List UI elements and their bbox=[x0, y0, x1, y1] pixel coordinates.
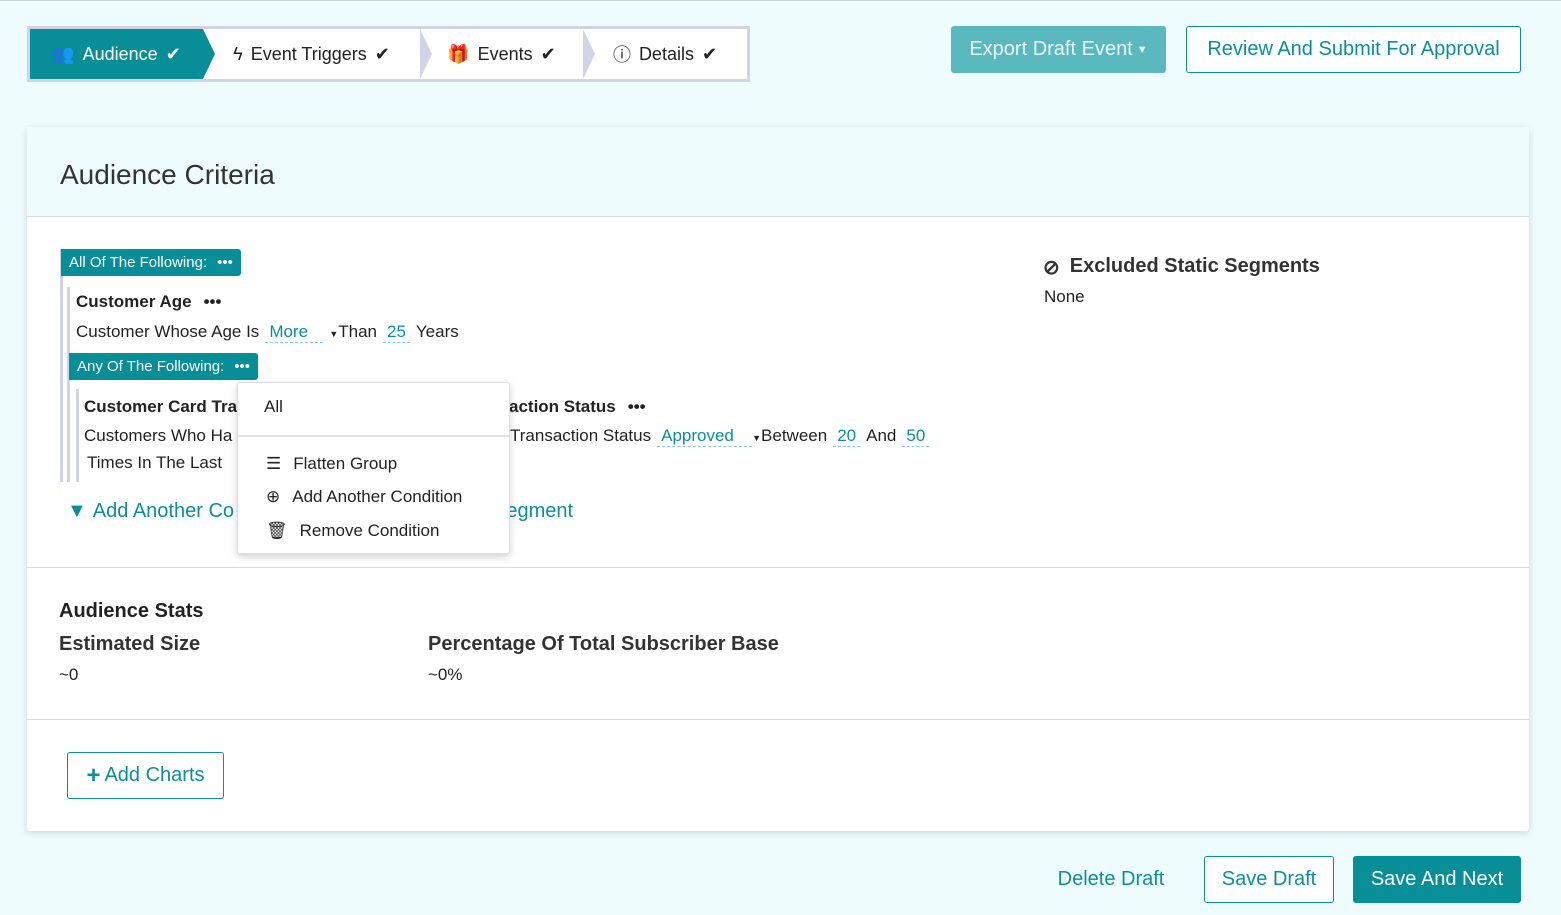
size-value: ~0 bbox=[59, 665, 79, 684]
add-charts-button[interactable]: + Add Charts bbox=[67, 752, 224, 799]
stats-title: Audience Stats bbox=[59, 600, 204, 622]
more-icon[interactable]: ••• bbox=[234, 358, 250, 375]
export-draft-button[interactable]: Export Draft Event ▼ bbox=[951, 26, 1166, 73]
menu-item-flatten-group[interactable]: ☰ Flatten Group bbox=[266, 454, 397, 474]
condition-title: Customer Card Tra bbox=[84, 397, 238, 416]
button-label: Add Charts bbox=[104, 764, 205, 786]
excluded-segments-title: ⊘ Excluded Static Segments bbox=[1043, 255, 1320, 280]
menu-label: Flatten Group bbox=[293, 454, 398, 473]
menu-item-add-condition[interactable]: ⊕ Add Another Condition bbox=[266, 487, 462, 507]
bolt-icon: ϟ bbox=[233, 43, 243, 64]
filter-icon: ▼ bbox=[67, 500, 87, 522]
condition-text: Than bbox=[338, 322, 377, 341]
root-group-chip[interactable]: All Of The Following: ••• bbox=[61, 249, 241, 276]
section-title: Excluded Static Segments bbox=[1069, 255, 1320, 277]
wizard-steps: 👥 Audience ✔ ϟ Event Triggers ✔ 🎁 Events ✔ ⓘ De… bbox=[27, 26, 750, 82]
condition-text: Customers Who Ha bbox=[84, 426, 233, 445]
check-icon: ✔ bbox=[540, 43, 556, 64]
step-details[interactable]: ⓘ Details ✔ bbox=[583, 29, 747, 79]
step-label: Audience bbox=[82, 43, 158, 64]
min-value-input[interactable]: 20 bbox=[833, 426, 861, 447]
more-icon[interactable]: ••• bbox=[628, 397, 646, 417]
pct-value: ~0% bbox=[428, 665, 463, 684]
more-icon[interactable]: ••• bbox=[217, 254, 233, 271]
condition-age-title: Customer Age ••• bbox=[76, 292, 221, 312]
step-label: Event Triggers bbox=[250, 43, 367, 64]
step-label: Details bbox=[638, 43, 694, 64]
save-draft-button[interactable]: Save Draft bbox=[1204, 856, 1334, 903]
caret-down-icon: ▼ bbox=[329, 329, 339, 339]
condition-title: action Status bbox=[509, 397, 616, 416]
step-events[interactable]: 🎁 Events ✔ bbox=[420, 29, 595, 79]
delete-draft-button[interactable]: Delete Draft bbox=[1045, 856, 1177, 903]
link-label: Add Another Co bbox=[92, 500, 235, 522]
condition-text: Times In The Last bbox=[87, 453, 223, 472]
menu-item-remove-condition[interactable]: 🗑 Remove Condition bbox=[266, 521, 439, 541]
add-condition-link[interactable]: ▼ Add Another Co bbox=[67, 500, 234, 523]
save-next-button[interactable]: Save And Next bbox=[1353, 856, 1521, 903]
check-icon: ✔ bbox=[374, 43, 390, 64]
plus-icon: + bbox=[86, 761, 101, 789]
excluded-value: None bbox=[1044, 287, 1085, 306]
export-label: Export Draft Event bbox=[969, 38, 1133, 60]
condition-text: Transaction Status bbox=[510, 426, 652, 445]
divider bbox=[27, 567, 1529, 568]
trash-icon: 🗑 bbox=[266, 521, 288, 540]
condition-text: Years bbox=[415, 322, 459, 341]
step-label: Events bbox=[477, 43, 533, 64]
gift-icon: 🎁 bbox=[447, 43, 470, 64]
pct-label: Percentage Of Total Subscriber Base bbox=[428, 633, 779, 655]
flatten-icon: ☰ bbox=[266, 454, 282, 473]
menu-label: Remove Condition bbox=[299, 521, 440, 540]
condition-dropdown-menu: All ☰ Flatten Group ⊕ Add Another Conditio… bbox=[237, 382, 510, 554]
size-label: Estimated Size bbox=[59, 633, 201, 655]
check-icon: ✔ bbox=[165, 43, 181, 64]
sub-group-chip[interactable]: Any Of The Following: ••• bbox=[69, 353, 259, 380]
group-rail bbox=[60, 249, 63, 482]
group-label: Any Of The Following: bbox=[77, 358, 225, 375]
condition-text: Between bbox=[761, 426, 828, 445]
caret-down-icon: ▼ bbox=[1136, 43, 1148, 56]
ban-icon: ⊘ bbox=[1043, 257, 1060, 279]
check-icon: ✔ bbox=[701, 43, 718, 64]
divider bbox=[238, 435, 509, 437]
condition-age-row: Customer Whose Age Is More ▼ Than 25 Year… bbox=[76, 322, 459, 343]
condition-title: Customer Age bbox=[76, 292, 192, 311]
info-icon: ⓘ bbox=[612, 45, 631, 65]
more-icon[interactable]: ••• bbox=[204, 292, 222, 312]
group-rail bbox=[67, 287, 70, 482]
operator-select[interactable]: More bbox=[265, 322, 324, 343]
users-icon: 👥 bbox=[52, 43, 75, 64]
page-title: Audience Criteria bbox=[60, 159, 275, 190]
caret-down-icon: ▼ bbox=[752, 433, 762, 443]
status-select[interactable]: Approved bbox=[657, 426, 753, 447]
group-label: All Of The Following: bbox=[69, 254, 208, 271]
review-submit-button[interactable]: Review And Submit For Approval bbox=[1186, 26, 1521, 73]
divider bbox=[27, 719, 1529, 720]
step-event-triggers[interactable]: ϟ Event Triggers ✔ bbox=[203, 29, 432, 79]
menu-label: Add Another Condition bbox=[292, 487, 463, 506]
menu-header-all[interactable]: All bbox=[264, 397, 283, 417]
plus-circle-icon: ⊕ bbox=[266, 487, 281, 506]
step-audience[interactable]: 👥 Audience ✔ bbox=[30, 29, 215, 79]
max-value-input[interactable]: 50 bbox=[902, 426, 930, 447]
condition-text: And bbox=[866, 426, 897, 445]
condition-text: Customer Whose Age Is bbox=[76, 322, 260, 341]
group-rail bbox=[76, 389, 79, 482]
age-value-input[interactable]: 25 bbox=[382, 322, 410, 343]
